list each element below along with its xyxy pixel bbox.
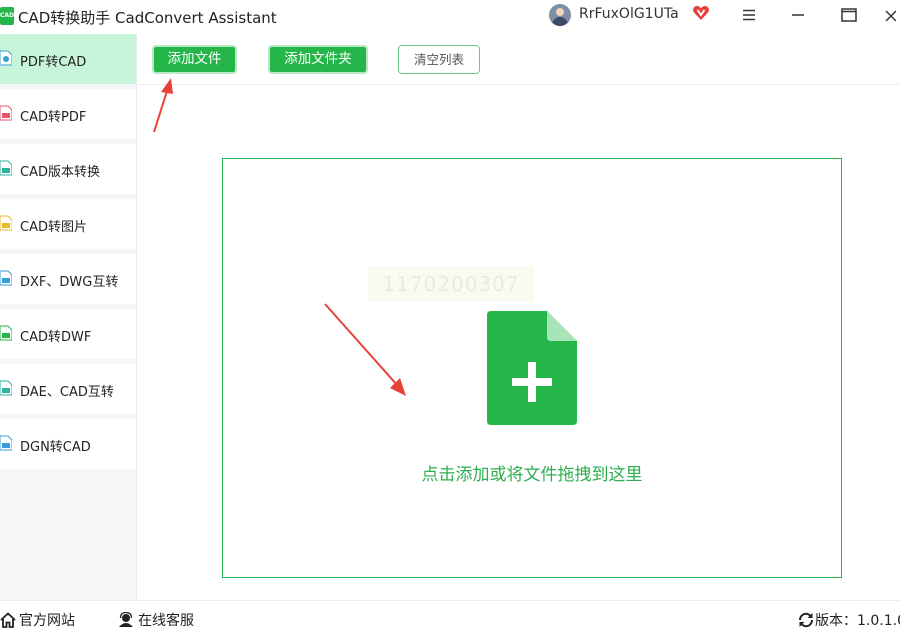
app-logo-icon: CAD bbox=[0, 7, 14, 25]
app-title: CAD转换助手 CadConvert Assistant bbox=[18, 9, 277, 27]
sidebar-item-label: CAD转图片 bbox=[20, 220, 87, 235]
cad-to-dwf-icon bbox=[0, 325, 12, 341]
maximize-icon[interactable] bbox=[836, 3, 862, 27]
dgn-to-cad-icon bbox=[0, 435, 12, 451]
refresh-icon bbox=[798, 612, 814, 628]
minimize-icon[interactable] bbox=[785, 3, 811, 27]
sidebar-item-label: CAD转DWF bbox=[20, 330, 92, 345]
version-info[interactable]: 版本：1.0.1.0 bbox=[797, 610, 900, 630]
home-icon bbox=[0, 612, 16, 628]
cad-to-pdf-icon bbox=[0, 105, 12, 121]
sidebar-item-label: DXF、DWG互转 bbox=[20, 275, 119, 290]
bottom-bar: 官方网站 在线客服 版本：1.0.1.0 bbox=[0, 600, 900, 639]
title-bar: CAD CAD转换助手 CadConvert Assistant RrFuxOl… bbox=[0, 0, 900, 34]
customer-service-icon bbox=[119, 612, 133, 627]
online-support-label: 在线客服 bbox=[138, 613, 194, 629]
sidebar-item-label: DAE、CAD互转 bbox=[20, 385, 114, 400]
sidebar-item-label: CAD转PDF bbox=[20, 110, 87, 125]
sidebar-item-dae-cad[interactable]: DAE、CAD互转 bbox=[0, 364, 136, 414]
cad-to-image-icon bbox=[0, 215, 12, 231]
close-icon[interactable] bbox=[884, 3, 900, 27]
version-label: 版本：1.0.1.0 bbox=[815, 613, 900, 629]
pdf-to-cad-icon bbox=[0, 50, 12, 66]
add-file-icon[interactable] bbox=[487, 311, 577, 425]
sidebar-item-cad-to-dwf[interactable]: CAD转DWF bbox=[0, 309, 136, 359]
sidebar-item-dxf-dwg[interactable]: DXF、DWG互转 bbox=[0, 254, 136, 304]
sidebar-item-dgn-to-cad[interactable]: DGN转CAD bbox=[0, 419, 136, 469]
toolbar: 添加文件 添加文件夹 清空列表 bbox=[138, 34, 900, 85]
sidebar-item-cad-to-pdf[interactable]: CAD转PDF bbox=[0, 89, 136, 139]
add-folder-button[interactable]: 添加文件夹 bbox=[268, 45, 368, 74]
vip-heart-icon[interactable] bbox=[692, 4, 710, 22]
online-support-link[interactable]: 在线客服 bbox=[117, 610, 194, 630]
drop-hint-text[interactable]: 点击添加或将文件拖拽到这里 bbox=[330, 460, 734, 485]
user-name[interactable]: RrFuxOlG1UTa bbox=[579, 6, 679, 22]
official-site-label: 官方网站 bbox=[19, 613, 75, 629]
sidebar-item-pdf-to-cad[interactable]: PDF转CAD bbox=[0, 34, 136, 84]
sidebar-item-label: DGN转CAD bbox=[20, 440, 91, 455]
sidebar-item-cad-to-image[interactable]: CAD转图片 bbox=[0, 199, 136, 249]
cad-version-icon bbox=[0, 160, 12, 176]
official-site-link[interactable]: 官方网站 bbox=[0, 610, 75, 630]
sidebar: PDF转CAD CAD转PDF CAD版本转换 CAD转图片 DXF、DWG互转… bbox=[0, 34, 137, 600]
menu-icon[interactable] bbox=[736, 3, 762, 27]
sidebar-item-label: CAD版本转换 bbox=[20, 165, 100, 180]
sidebar-item-label: PDF转CAD bbox=[20, 55, 87, 70]
add-file-button[interactable]: 添加文件 bbox=[152, 45, 237, 74]
user-avatar[interactable] bbox=[549, 4, 571, 26]
sidebar-item-cad-version[interactable]: CAD版本转换 bbox=[0, 144, 136, 194]
dae-cad-icon bbox=[0, 380, 12, 396]
dxf-dwg-icon bbox=[0, 270, 12, 286]
clear-list-button[interactable]: 清空列表 bbox=[398, 45, 480, 74]
watermark: 1170200307 bbox=[368, 266, 534, 302]
